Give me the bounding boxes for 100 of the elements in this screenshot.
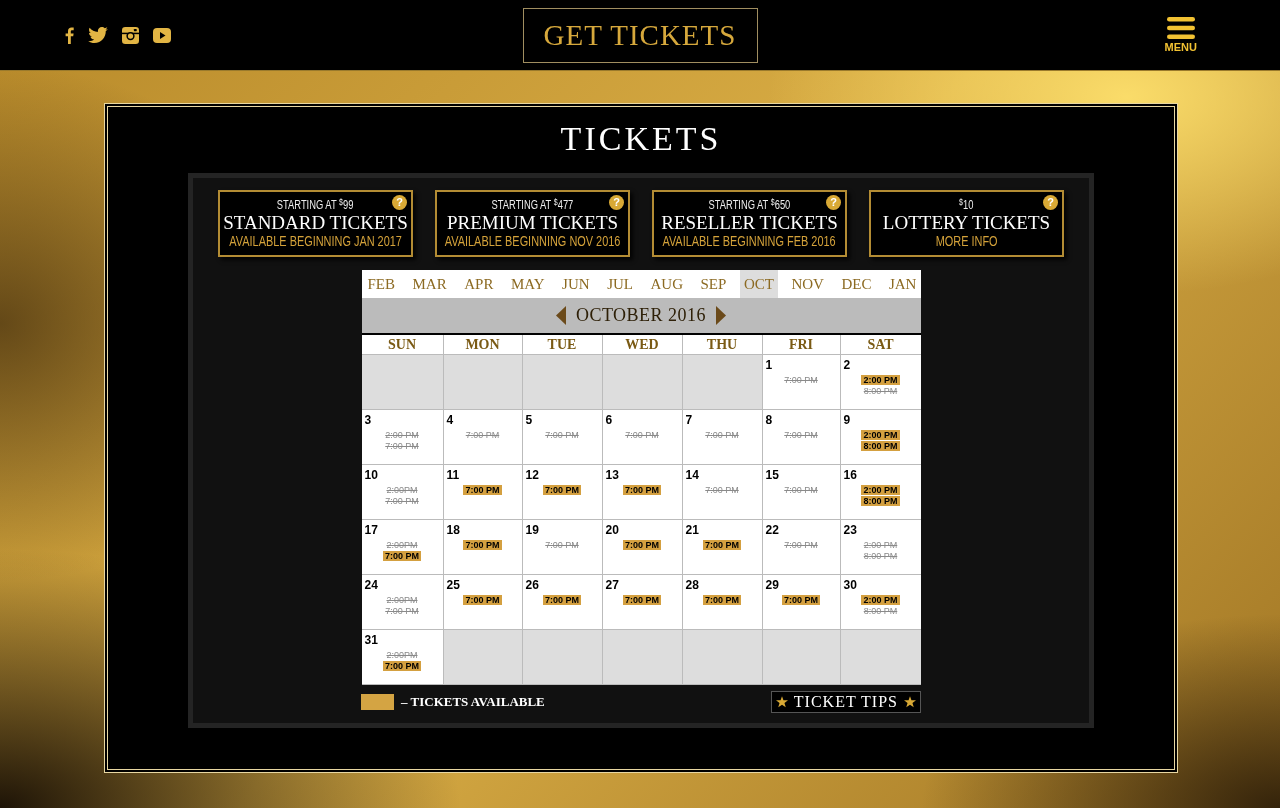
month-tab[interactable]: JUL	[603, 270, 637, 298]
instagram-icon[interactable]	[122, 26, 139, 44]
day-number: 24	[363, 577, 378, 592]
day-number: 9	[842, 412, 851, 427]
day-number: 10	[363, 467, 378, 482]
day-number: 15	[764, 467, 779, 482]
available-showtime[interactable]: 7:00 PM	[623, 595, 661, 605]
day-number: 20	[604, 522, 619, 537]
sold-out-showtime: 7:00 PM	[784, 485, 818, 495]
month-tab[interactable]: MAR	[408, 270, 451, 298]
day-number: 7	[684, 412, 693, 427]
ticket-type-title: PREMIUM TICKETS	[446, 212, 619, 233]
star-icon	[904, 696, 916, 708]
month-tab[interactable]: AUG	[646, 270, 687, 298]
available-showtime[interactable]: 7:00 PM	[463, 540, 502, 550]
day-number: 19	[524, 522, 539, 537]
available-showtime[interactable]: 7:00 PM	[383, 661, 421, 671]
day-number: 1	[764, 357, 773, 372]
sold-out-showtime: 7:00 PM	[784, 540, 818, 550]
sold-out-showtime: 2:00PM	[386, 650, 418, 660]
day-number: 3	[363, 412, 372, 427]
ticket-price: STARTING AT $^{$}$99	[277, 198, 354, 212]
month-tab[interactable]: MAY	[506, 270, 549, 298]
menu-button[interactable]: MENU	[1164, 17, 1197, 53]
available-showtime[interactable]: 7:00 PM	[623, 540, 661, 550]
star-icon	[775, 696, 788, 708]
day-number: 14	[684, 467, 699, 482]
month-tab[interactable]: OCT	[739, 270, 778, 298]
legend-swatch-icon	[361, 694, 394, 710]
sold-out-showtime: 7:00 PM	[385, 606, 419, 616]
month-tab[interactable]: FEB	[363, 270, 399, 298]
month-tab[interactable]: JUN	[558, 270, 594, 298]
sold-out-showtime: 7:00 PM	[545, 430, 579, 440]
available-showtime[interactable]: 2:00 PM	[861, 430, 900, 440]
sold-out-showtime: 7:00 PM	[784, 375, 818, 385]
available-showtime[interactable]: 7:00 PM	[543, 595, 581, 605]
page-title: TICKETS	[560, 119, 722, 159]
day-number: 30	[842, 577, 857, 592]
menu-icon	[1166, 17, 1195, 39]
available-showtime[interactable]: 7:00 PM	[543, 485, 581, 495]
day-number: 22	[764, 522, 779, 537]
legend-label: – TICKETS AVAILABLE	[401, 693, 545, 712]
youtube-icon[interactable]	[153, 27, 171, 43]
available-showtime[interactable]: 2:00 PM	[861, 595, 900, 605]
ticket-type-title: STANDARD TICKETS	[223, 212, 408, 233]
available-showtime[interactable]: 2:00 PM	[861, 485, 900, 495]
day-number: 26	[524, 577, 539, 592]
month-tab[interactable]: JAN	[884, 270, 921, 298]
ticket-tips-button[interactable]: TICKET TIPS	[770, 691, 921, 713]
day-number: 27	[604, 577, 619, 592]
sold-out-showtime: 2:00PM	[386, 485, 418, 495]
month-tab[interactable]: NOV	[787, 270, 828, 298]
ticket-price: $^{$}$10	[959, 198, 974, 212]
available-showtime[interactable]: 7:00 PM	[703, 540, 741, 550]
month-tab[interactable]: APR	[460, 270, 498, 298]
day-number: 11	[445, 467, 460, 482]
available-showtime[interactable]: 8:00 PM	[861, 496, 900, 506]
month-tab[interactable]: SEP	[696, 270, 731, 298]
available-showtime[interactable]: 2:00 PM	[861, 375, 900, 385]
available-showtime[interactable]: 7:00 PM	[623, 485, 661, 495]
sold-out-showtime: 8:00 PM	[863, 386, 898, 396]
day-number: 16	[842, 467, 857, 482]
day-number: 5	[524, 412, 533, 427]
sold-out-showtime: 7:00 PM	[705, 485, 739, 495]
ticket-price: STARTING AT $^{$}$477	[491, 198, 574, 212]
facebook-icon[interactable]	[65, 26, 74, 44]
sold-out-showtime: 7:00 PM	[385, 496, 419, 506]
sold-out-showtime: 7:00 PM	[705, 430, 739, 440]
sold-out-showtime: 7:00 PM	[545, 540, 579, 550]
day-number: 25	[445, 577, 460, 592]
day-number: 17	[363, 522, 378, 537]
ticket-price: STARTING AT $^{$}$650	[708, 198, 791, 212]
sold-out-showtime: 8:00 PM	[863, 606, 898, 616]
right-triangle-icon[interactable]	[716, 306, 727, 325]
day-number: 2	[842, 357, 851, 372]
sold-out-showtime: 2:00 PM	[385, 430, 419, 440]
twitter-icon[interactable]	[88, 27, 108, 43]
day-number: 12	[524, 467, 539, 482]
available-showtime[interactable]: 8:00 PM	[861, 441, 900, 451]
day-number: 31	[363, 632, 378, 647]
available-showtime[interactable]: 7:00 PM	[463, 595, 502, 605]
get-tickets-button[interactable]: GET TICKETS	[522, 7, 758, 63]
left-triangle-icon[interactable]	[555, 306, 566, 325]
available-showtime[interactable]: 7:00 PM	[782, 595, 820, 605]
ticket-availability-note: MORE INFO	[935, 233, 998, 249]
available-showtime[interactable]: 7:00 PM	[703, 595, 741, 605]
ticket-type-title: LOTTERY TICKETS	[882, 212, 1051, 233]
day-number: 6	[604, 412, 613, 427]
day-number: 13	[604, 467, 619, 482]
sold-out-showtime: 8:00 PM	[863, 551, 898, 561]
ticket-availability-note: AVAILABLE BEGINNING NOV 2016	[444, 233, 621, 249]
available-showtime[interactable]: 7:00 PM	[463, 485, 502, 495]
sold-out-showtime: 7:00 PM	[385, 441, 419, 451]
day-number: 4	[445, 412, 454, 427]
day-number: 8	[764, 412, 773, 427]
month-tab[interactable]: DEC	[837, 270, 876, 298]
sold-out-showtime: 7:00 PM	[465, 430, 500, 440]
available-showtime[interactable]: 7:00 PM	[383, 551, 421, 561]
sold-out-showtime: 2:00PM	[386, 595, 418, 605]
day-number: 28	[684, 577, 699, 592]
